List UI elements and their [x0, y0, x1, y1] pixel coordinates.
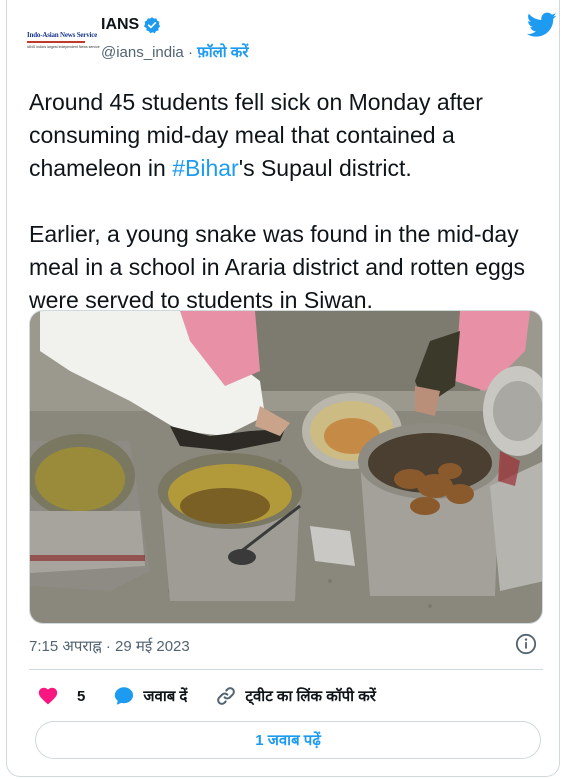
verified-badge-icon: [144, 17, 161, 34]
tweet-paragraph-1: Around 45 students fell sick on Monday a…: [29, 86, 549, 185]
copy-link-label: ट्वीट का लिंक कॉपी करें: [245, 688, 376, 705]
tweet-photo[interactable]: [29, 310, 543, 624]
handle[interactable]: @ians_india: [101, 44, 184, 61]
heart-icon: [38, 687, 58, 705]
like-button[interactable]: 5: [37, 685, 85, 707]
logo-text: Indo-Asian News Service: [27, 31, 98, 39]
info-icon[interactable]: [515, 633, 537, 655]
like-count: 5: [77, 687, 86, 705]
tweet-card: Indo-Asian News Service IANS India's lar…: [6, 0, 560, 777]
divider: [29, 669, 543, 670]
tweet-header: Indo-Asian News Service IANS India's lar…: [27, 10, 557, 70]
copy-link-button[interactable]: ट्वीट का लिंक कॉपी करें: [215, 685, 376, 707]
reply-button[interactable]: जवाब दें: [113, 685, 187, 707]
name-row: IANS: [101, 16, 161, 34]
hashtag-link[interactable]: #Bihar: [172, 155, 238, 181]
reply-bubble-icon: [115, 687, 134, 705]
twitter-bird-icon[interactable]: [527, 12, 557, 38]
tweet-paragraph-2: Earlier, a young snake was found in the …: [29, 221, 526, 313]
follow-link[interactable]: फ़ॉलो करें: [197, 44, 248, 61]
handle-row: @ians_india · फ़ॉलो करें: [101, 42, 248, 62]
logo-tagline: IANS India's largest independent News se…: [27, 45, 100, 49]
tweet-text: Around 45 students fell sick on Monday a…: [29, 86, 549, 317]
logo-rule: [27, 41, 85, 43]
reply-label: जवाब दें: [143, 688, 188, 705]
link-icon: [217, 687, 236, 705]
tweet-timestamp[interactable]: 7:15 अपराह्न · 29 मई 2023: [29, 636, 190, 656]
avatar[interactable]: Indo-Asian News Service IANS India's lar…: [27, 26, 100, 54]
tweet-actions: 5 जवाब दें ट्वीट का लिंक कॉपी करें: [37, 683, 404, 709]
tweet-text-part: 's Supaul district.: [238, 155, 412, 181]
separator: ·: [187, 44, 193, 61]
display-name[interactable]: IANS: [101, 16, 139, 34]
read-replies-button[interactable]: 1 जवाब पढ़ें: [35, 721, 541, 759]
photo-scene: [30, 311, 542, 623]
